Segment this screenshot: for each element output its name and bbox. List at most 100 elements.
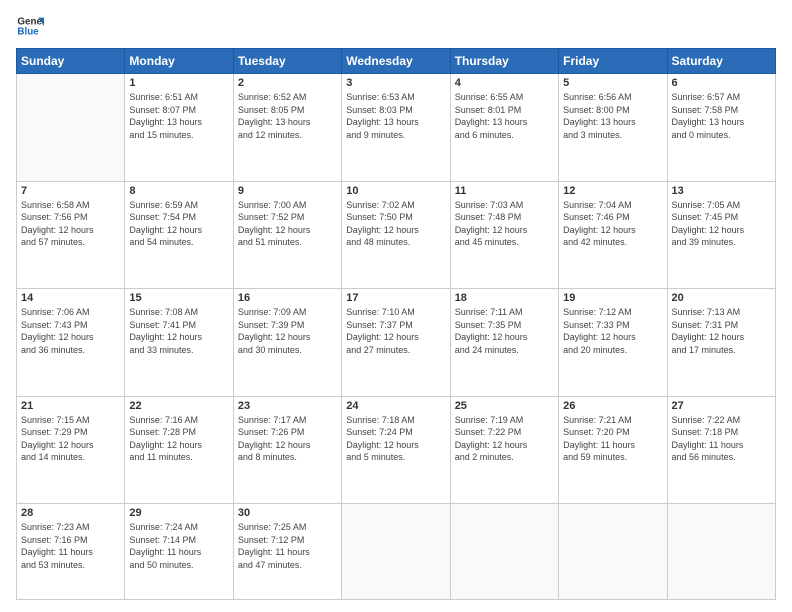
day-number: 19: [563, 292, 662, 304]
calendar-cell: 28 Sunrise: 7:23 AM Sunset: 7:16 PM Dayli…: [17, 504, 125, 600]
day-info: Sunrise: 6:58 AM Sunset: 7:56 PM Dayligh…: [21, 199, 120, 249]
day-number: 18: [455, 292, 554, 304]
calendar-cell: 16 Sunrise: 7:09 AM Sunset: 7:39 PM Dayli…: [233, 289, 341, 397]
day-info: Sunrise: 7:15 AM Sunset: 7:29 PM Dayligh…: [21, 414, 120, 464]
day-number: 3: [346, 77, 445, 89]
calendar-cell: 22 Sunrise: 7:16 AM Sunset: 7:28 PM Dayli…: [125, 396, 233, 504]
calendar-cell: 26 Sunrise: 7:21 AM Sunset: 7:20 PM Dayli…: [559, 396, 667, 504]
day-number: 13: [672, 185, 771, 197]
week-row-4: 28 Sunrise: 7:23 AM Sunset: 7:16 PM Dayli…: [17, 504, 776, 600]
week-row-1: 7 Sunrise: 6:58 AM Sunset: 7:56 PM Daylig…: [17, 181, 776, 289]
day-number: 4: [455, 77, 554, 89]
weekday-header-sunday: Sunday: [17, 49, 125, 74]
calendar-cell: 14 Sunrise: 7:06 AM Sunset: 7:43 PM Dayli…: [17, 289, 125, 397]
day-number: 1: [129, 77, 228, 89]
day-info: Sunrise: 7:21 AM Sunset: 7:20 PM Dayligh…: [563, 414, 662, 464]
day-number: 22: [129, 400, 228, 412]
day-info: Sunrise: 6:51 AM Sunset: 8:07 PM Dayligh…: [129, 91, 228, 141]
day-info: Sunrise: 7:19 AM Sunset: 7:22 PM Dayligh…: [455, 414, 554, 464]
calendar-cell: 17Sunrise: 7:10 AM Sunset: 7:37 PM Dayli…: [342, 289, 450, 397]
calendar-cell: 23 Sunrise: 7:17 AM Sunset: 7:26 PM Dayli…: [233, 396, 341, 504]
calendar-cell: [342, 504, 450, 600]
day-number: 27: [672, 400, 771, 412]
day-number: 21: [21, 400, 120, 412]
calendar-cell: 4 Sunrise: 6:55 AM Sunset: 8:01 PM Daylig…: [450, 74, 558, 182]
day-number: 25: [455, 400, 554, 412]
calendar-cell: 10Sunrise: 7:02 AM Sunset: 7:50 PM Dayli…: [342, 181, 450, 289]
day-info: Sunrise: 7:09 AM Sunset: 7:39 PM Dayligh…: [238, 306, 337, 356]
calendar-cell: [559, 504, 667, 600]
day-info: Sunrise: 7:00 AM Sunset: 7:52 PM Dayligh…: [238, 199, 337, 249]
day-number: 24: [346, 400, 445, 412]
week-row-0: 1 Sunrise: 6:51 AM Sunset: 8:07 PM Daylig…: [17, 74, 776, 182]
day-info: Sunrise: 7:05 AM Sunset: 7:45 PM Dayligh…: [672, 199, 771, 249]
calendar-cell: 5 Sunrise: 6:56 AM Sunset: 8:00 PM Daylig…: [559, 74, 667, 182]
calendar-cell: 12Sunrise: 7:04 AM Sunset: 7:46 PM Dayli…: [559, 181, 667, 289]
day-info: Sunrise: 7:17 AM Sunset: 7:26 PM Dayligh…: [238, 414, 337, 464]
calendar-cell: 27 Sunrise: 7:22 AM Sunset: 7:18 PM Dayli…: [667, 396, 775, 504]
day-number: 8: [129, 185, 228, 197]
day-info: Sunrise: 7:25 AM Sunset: 7:12 PM Dayligh…: [238, 521, 337, 571]
day-info: Sunrise: 7:08 AM Sunset: 7:41 PM Dayligh…: [129, 306, 228, 356]
calendar-cell: 30Sunrise: 7:25 AM Sunset: 7:12 PM Dayli…: [233, 504, 341, 600]
weekday-header-wednesday: Wednesday: [342, 49, 450, 74]
weekday-header-tuesday: Tuesday: [233, 49, 341, 74]
day-number: 28: [21, 507, 120, 519]
calendar-cell: 7 Sunrise: 6:58 AM Sunset: 7:56 PM Daylig…: [17, 181, 125, 289]
calendar-page: General Blue SundayMondayTuesdayWednesda…: [0, 0, 792, 612]
weekday-header-row: SundayMondayTuesdayWednesdayThursdayFrid…: [17, 49, 776, 74]
day-info: Sunrise: 7:03 AM Sunset: 7:48 PM Dayligh…: [455, 199, 554, 249]
calendar-cell: 25 Sunrise: 7:19 AM Sunset: 7:22 PM Dayli…: [450, 396, 558, 504]
day-number: 14: [21, 292, 120, 304]
weekday-header-saturday: Saturday: [667, 49, 775, 74]
logo-icon: General Blue: [16, 12, 44, 40]
day-number: 7: [21, 185, 120, 197]
calendar-cell: 3Sunrise: 6:53 AM Sunset: 8:03 PM Daylig…: [342, 74, 450, 182]
calendar-cell: 6 Sunrise: 6:57 AM Sunset: 7:58 PM Daylig…: [667, 74, 775, 182]
logo: General Blue: [16, 12, 48, 40]
day-info: Sunrise: 6:52 AM Sunset: 8:05 PM Dayligh…: [238, 91, 337, 141]
day-number: 5: [563, 77, 662, 89]
calendar-cell: 24 Sunrise: 7:18 AM Sunset: 7:24 PM Dayli…: [342, 396, 450, 504]
calendar-cell: 20Sunrise: 7:13 AM Sunset: 7:31 PM Dayli…: [667, 289, 775, 397]
day-number: 11: [455, 185, 554, 197]
day-info: Sunrise: 7:23 AM Sunset: 7:16 PM Dayligh…: [21, 521, 120, 571]
header: General Blue: [16, 12, 776, 40]
day-info: Sunrise: 7:24 AM Sunset: 7:14 PM Dayligh…: [129, 521, 228, 571]
calendar-cell: [450, 504, 558, 600]
calendar-cell: 13 Sunrise: 7:05 AM Sunset: 7:45 PM Dayli…: [667, 181, 775, 289]
day-number: 29: [129, 507, 228, 519]
calendar-cell: 9 Sunrise: 7:00 AM Sunset: 7:52 PM Daylig…: [233, 181, 341, 289]
calendar-table: SundayMondayTuesdayWednesdayThursdayFrid…: [16, 48, 776, 600]
weekday-header-monday: Monday: [125, 49, 233, 74]
weekday-header-thursday: Thursday: [450, 49, 558, 74]
day-number: 6: [672, 77, 771, 89]
calendar-cell: 21 Sunrise: 7:15 AM Sunset: 7:29 PM Dayli…: [17, 396, 125, 504]
day-info: Sunrise: 7:13 AM Sunset: 7:31 PM Dayligh…: [672, 306, 771, 356]
day-info: Sunrise: 7:11 AM Sunset: 7:35 PM Dayligh…: [455, 306, 554, 356]
calendar-cell: 11 Sunrise: 7:03 AM Sunset: 7:48 PM Dayli…: [450, 181, 558, 289]
week-row-2: 14 Sunrise: 7:06 AM Sunset: 7:43 PM Dayli…: [17, 289, 776, 397]
svg-text:Blue: Blue: [17, 26, 39, 37]
calendar-cell: 15 Sunrise: 7:08 AM Sunset: 7:41 PM Dayli…: [125, 289, 233, 397]
day-info: Sunrise: 6:59 AM Sunset: 7:54 PM Dayligh…: [129, 199, 228, 249]
day-number: 23: [238, 400, 337, 412]
calendar-cell: 29 Sunrise: 7:24 AM Sunset: 7:14 PM Dayli…: [125, 504, 233, 600]
calendar-cell: 1 Sunrise: 6:51 AM Sunset: 8:07 PM Daylig…: [125, 74, 233, 182]
week-row-3: 21 Sunrise: 7:15 AM Sunset: 7:29 PM Dayli…: [17, 396, 776, 504]
day-number: 26: [563, 400, 662, 412]
day-info: Sunrise: 7:18 AM Sunset: 7:24 PM Dayligh…: [346, 414, 445, 464]
day-info: Sunrise: 6:55 AM Sunset: 8:01 PM Dayligh…: [455, 91, 554, 141]
day-number: 15: [129, 292, 228, 304]
day-info: Sunrise: 6:56 AM Sunset: 8:00 PM Dayligh…: [563, 91, 662, 141]
calendar-cell: 18 Sunrise: 7:11 AM Sunset: 7:35 PM Dayli…: [450, 289, 558, 397]
day-number: 17: [346, 292, 445, 304]
day-info: Sunrise: 6:57 AM Sunset: 7:58 PM Dayligh…: [672, 91, 771, 141]
day-info: Sunrise: 7:22 AM Sunset: 7:18 PM Dayligh…: [672, 414, 771, 464]
day-info: Sunrise: 7:16 AM Sunset: 7:28 PM Dayligh…: [129, 414, 228, 464]
calendar-cell: 19Sunrise: 7:12 AM Sunset: 7:33 PM Dayli…: [559, 289, 667, 397]
calendar-cell: 8 Sunrise: 6:59 AM Sunset: 7:54 PM Daylig…: [125, 181, 233, 289]
day-number: 16: [238, 292, 337, 304]
day-info: Sunrise: 7:06 AM Sunset: 7:43 PM Dayligh…: [21, 306, 120, 356]
day-number: 9: [238, 185, 337, 197]
